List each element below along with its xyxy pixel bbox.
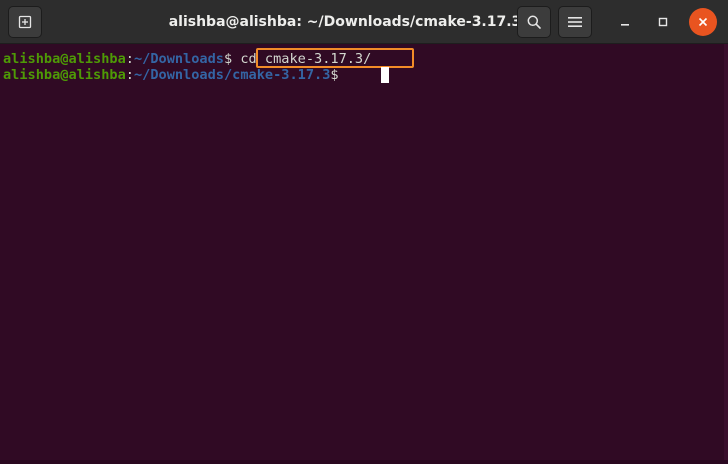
close-icon — [698, 17, 708, 27]
scrollbar[interactable] — [724, 44, 728, 464]
prompt-user: alishba@alishba — [3, 67, 126, 83]
prompt-separator: : — [125, 51, 134, 67]
minimize-icon — [621, 24, 629, 26]
minimize-button[interactable] — [611, 8, 639, 36]
close-button[interactable] — [689, 8, 717, 36]
maximize-icon — [658, 17, 668, 27]
search-icon — [527, 15, 541, 29]
new-tab-icon — [18, 15, 32, 29]
title-bar[interactable]: alishba@alishba: ~/Downloads/cmake-3.17.… — [0, 0, 728, 44]
prompt-path: ~/Downloads/cmake-3.17.3 — [133, 67, 331, 83]
terminal-line: alishba@alishba:~/Downloads/cmake-3.17.3… — [3, 66, 347, 84]
prompt-user: alishba@alishba — [3, 51, 126, 67]
terminal-output[interactable]: alishba@alishba:~/Downloads$ cd cmake-3.… — [0, 44, 728, 464]
prompt-path: ~/Downloads — [133, 51, 224, 67]
hamburger-menu-icon — [568, 17, 582, 27]
search-button[interactable] — [517, 6, 551, 38]
new-tab-button[interactable] — [8, 6, 42, 38]
prompt-dollar: $ — [223, 51, 233, 67]
text-cursor — [381, 67, 389, 83]
bottom-edge — [0, 460, 728, 464]
menu-button[interactable] — [558, 6, 592, 38]
command-highlight-box — [256, 48, 414, 68]
terminal-window: alishba@alishba: ~/Downloads/cmake-3.17.… — [0, 0, 728, 464]
window-title: alishba@alishba: ~/Downloads/cmake-3.17.… — [168, 14, 522, 30]
prompt-dollar: $ — [330, 67, 339, 83]
command-text — [339, 67, 347, 83]
prompt-separator: : — [125, 67, 134, 83]
maximize-button[interactable] — [649, 8, 677, 36]
